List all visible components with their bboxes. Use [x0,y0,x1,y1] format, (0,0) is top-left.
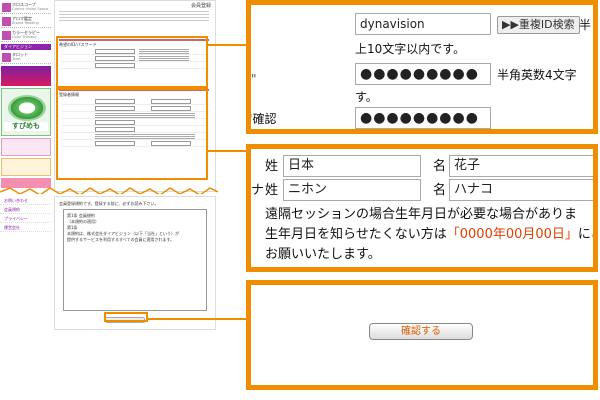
promo-banner[interactable] [1,66,51,86]
sei-input[interactable]: 日本 [283,155,421,177]
terms-thumbnail: お問い合わせ 会員規約 プライバシー 運営会社 会員登録規約です。登録する前に、… [0,196,218,330]
zoom-panel-id-password: dynavision ▶▶重複ID検索 半 上10文字以内です。 " ●●●●●… [246,0,598,134]
thumbnail-icon [2,3,11,12]
thumbnail-icon [2,31,11,40]
password-confirm-label: "確認 [247,112,277,126]
zoom-panel-name: 姓 日本 名 花子 ナ 姓 ニホン 名 ハナコ 遠隔セッションの場合生年月日が必… [246,144,598,272]
callout-frame-id [56,36,208,88]
terms-textarea[interactable]: 第1条 会員規約 （本規約の適用） 第1条 本規約は、株式会社ダイアビジョン（以… [63,209,207,311]
sidebar: ホロスコープ Cosmic Vision Space アロマ鑑定 Aroma Rea… [0,0,52,200]
confirm-button[interactable]: 確認する [369,323,473,340]
footer-link[interactable]: プライバシー [0,214,52,223]
swirl-logo-icon [8,95,46,121]
footer-links: お問い合わせ 会員規約 プライバシー 運営会社 [0,196,52,246]
sidebar-item[interactable]: ホロスコープ Cosmic Vision Space [1,2,51,14]
sei-kana-label: 姓 [265,183,279,198]
callout-connector [206,44,250,46]
sidebar-item[interactable]: アロマ鑑定 Aroma Reading [1,16,51,28]
password-input[interactable]: ●●●●●●●●● [355,63,491,85]
footer-link[interactable]: 運営会社 [0,223,52,232]
duplicate-id-check-button[interactable]: ▶▶重複ID検索 [497,16,580,34]
promo-banner[interactable] [1,138,51,156]
sidebar-heading: ダイアビジョン [1,44,51,50]
promo-banner[interactable] [1,158,51,176]
mei-kana-label: 名 [433,183,447,198]
footer-link[interactable]: 会員規約 [0,205,52,214]
mei-label: 名 [433,159,447,174]
zoom-panel-confirm: 確認する [246,280,598,390]
callout-connector [148,318,248,320]
thumbnail-icon [2,53,11,62]
terms-heading: 会員登録規約です。登録する前に、必ずお読み下さい。 [59,201,159,206]
birthday-note-line2: 生年月日を知らせたくない方は「0000年00月00日」にご [265,227,593,242]
callout-frame-name [56,88,208,180]
birthday-note-line1: 遠隔セッションの場合生年月日が必要な場合がありま [265,207,578,222]
page-title: 会員登録 [190,3,211,9]
sidebar-item[interactable]: カラーセラピー Color Therapy [1,30,51,42]
id-note: 上10文字以内です。 [355,42,466,56]
torn-edge [0,187,218,194]
spimemo-banner[interactable]: すぴめも [1,88,51,136]
sei-label: 姓 [265,159,279,174]
password-note: 半角英数4文字 [497,68,577,82]
birthday-note-line3: お願いいたします。 [265,247,381,262]
callout-connector [206,150,250,152]
footer-link[interactable]: お問い合わせ [0,196,52,205]
password-confirm-input[interactable]: ●●●●●●●●● [355,107,491,129]
intro-text [59,9,209,23]
mei-kana-input[interactable]: ハナコ [449,179,593,201]
sei-kana-input[interactable]: ニホン [283,179,421,201]
thumbnail-icon [2,17,11,26]
callout-frame-confirm [104,312,148,322]
id-input[interactable]: dynavision [355,13,491,35]
mei-input[interactable]: 花子 [449,155,593,177]
sidebar-item[interactable]: タロット Tarot [1,52,51,64]
